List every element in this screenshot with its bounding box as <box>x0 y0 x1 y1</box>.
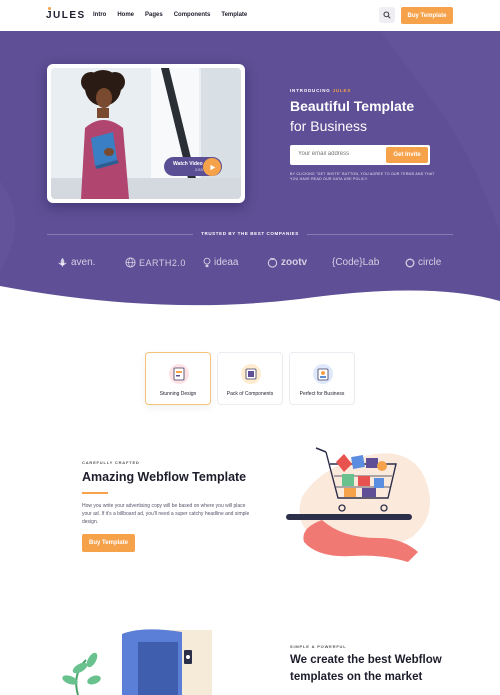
section3-eyebrow: SIMPLE & POWERFUL <box>290 644 347 649</box>
section3-title-line1: We create the best Webflow <box>290 654 442 666</box>
nav-link-pages[interactable]: Pages <box>145 12 163 18</box>
brand-aven: aven. <box>57 257 95 268</box>
hero-title-line2: for Business <box>290 118 368 134</box>
divider-left <box>47 234 193 235</box>
brand-zootv-label: zootv <box>281 257 308 268</box>
brand-codelab-label: {Code}Lab <box>332 257 380 268</box>
brand-circle-label: circle <box>418 257 442 268</box>
feature-cards: Stunning Design Pack of Components Perfe… <box>0 352 500 408</box>
feature-card-stunning-design[interactable]: Stunning Design <box>145 352 211 405</box>
buy-template-nav-button[interactable]: Buy Template <box>401 7 453 24</box>
search-button[interactable] <box>379 7 395 23</box>
trusted-label: TRUSTED BY THE BEST COMPANIES <box>201 231 299 236</box>
brand-zootv: zootv <box>267 257 307 268</box>
nav-links: Intro Home Pages Components Template <box>93 12 247 18</box>
business-icon <box>313 364 333 384</box>
feature-label: Perfect for Business <box>299 391 345 397</box>
design-icon <box>169 364 189 384</box>
bulb-logo-icon <box>203 257 211 268</box>
hero-section: Watch Video 2:53 INTRODUCING JULES Beauti… <box>0 31 500 311</box>
email-input[interactable] <box>298 151 378 157</box>
section2-title: Amazing Webflow Template <box>82 470 247 484</box>
nav-link-components[interactable]: Components <box>174 12 211 18</box>
feature-label: Stunning Design <box>159 391 197 397</box>
brand-codelab: {Code}Lab <box>332 257 379 268</box>
tv-logo-icon <box>267 257 278 268</box>
video-card[interactable]: Watch Video 2:53 <box>47 64 245 203</box>
brand-earth-label: EARTH2.0 <box>139 257 186 268</box>
section3-title-line2: templates on the market <box>290 671 423 683</box>
hero-eyebrow: INTRODUCING JULES <box>290 88 351 93</box>
hero-title-line1: Beautiful Template <box>290 98 415 114</box>
play-button[interactable] <box>203 158 221 176</box>
email-form: Get Invite <box>290 145 430 165</box>
brand-ideaa: ideaa <box>203 257 238 268</box>
eyebrow-prefix: INTRODUCING <box>290 88 331 93</box>
get-invite-button[interactable]: Get Invite <box>386 147 428 163</box>
nav-link-intro[interactable]: Intro <box>93 12 106 18</box>
aven-logo-icon <box>57 257 68 268</box>
brand-logos: aven. EARTH2.0 ideaa zootv {Code}Lab cir… <box>0 257 500 273</box>
circle-logo-icon <box>405 258 415 267</box>
shopping-cart-illustration <box>286 447 430 562</box>
feature-card-components[interactable]: Pack of Components <box>217 352 283 405</box>
eyebrow-brand: JULES <box>332 88 352 93</box>
terms-note: BY CLICKING "GET INVITE" BUTTON, YOU AGR… <box>290 172 435 181</box>
search-icon <box>383 11 391 19</box>
brand-aven-label: aven. <box>71 257 96 268</box>
buy-template-button[interactable]: Buy Template <box>82 534 135 552</box>
woman-reading-illustration <box>51 68 241 199</box>
trusted-row: TRUSTED BY THE BEST COMPANIES <box>47 230 453 238</box>
title-underline <box>82 492 108 494</box>
section2-body: How you write your advertising copy will… <box>82 503 250 525</box>
top-navigation: JULES Intro Home Pages Components Templa… <box>0 0 500 32</box>
brand-earth: EARTH2.0 <box>125 257 186 268</box>
section2-eyebrow: CAREFULLY CRAFTED <box>82 460 140 465</box>
office-illustration <box>62 629 212 695</box>
nav-link-template[interactable]: Template <box>221 12 247 18</box>
feature-label: Pack of Components <box>226 391 274 397</box>
logo[interactable]: JULES <box>46 10 86 21</box>
feature-card-business[interactable]: Perfect for Business <box>289 352 355 405</box>
hero-photo <box>51 68 241 199</box>
components-icon <box>241 364 261 384</box>
video-duration: 2:53 <box>194 166 203 172</box>
globe-logo-icon <box>125 257 136 268</box>
nav-link-home[interactable]: Home <box>117 12 134 18</box>
play-icon <box>209 164 215 170</box>
brand-circle: circle <box>405 257 441 268</box>
brand-ideaa-label: ideaa <box>214 257 239 268</box>
divider-right <box>307 234 453 235</box>
